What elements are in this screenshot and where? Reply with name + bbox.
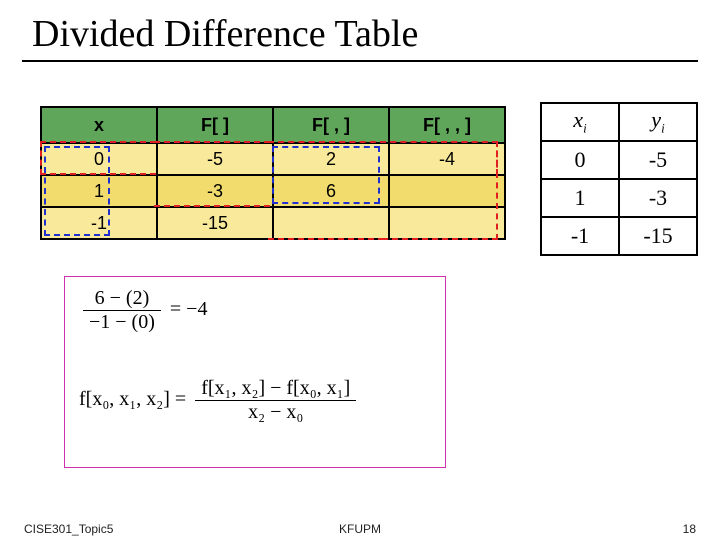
xy-th-x: xi: [541, 103, 619, 141]
table-row: 1 -3 6: [42, 176, 504, 208]
table-row: 0 -5: [541, 141, 697, 179]
dd-th-f2: F[ , ]: [274, 108, 390, 144]
footer-center: KFUPM: [0, 522, 720, 536]
table-row: -1 -15: [42, 208, 504, 238]
footer-page-number: 18: [683, 522, 696, 536]
table-row: 1 -3: [541, 179, 697, 217]
xy-th-y: yi: [619, 103, 697, 141]
dd-th-x: x: [42, 108, 158, 144]
xy-data-table: xi yi 0 -5 1 -3 -1 -15: [540, 102, 698, 256]
table-row: -1 -15: [541, 217, 697, 255]
page-title: Divided Difference Table: [32, 12, 688, 56]
formula-numeric: 6 − (2) −1 − (0) = −4: [79, 287, 207, 334]
dd-th-f: F[ ]: [158, 108, 274, 144]
dd-th-f3: F[ , , ]: [390, 108, 504, 144]
formula-symbolic: f[x₀, x₁, x₂] = f[x₁, x₂] − f[x₀, x₁] x₂…: [79, 377, 360, 424]
table-row: 0 -5 2 -4: [42, 144, 504, 176]
divided-difference-table: x F[ ] F[ , ] F[ , , ] 0 -5 2 -4 1 -3 6 …: [40, 106, 506, 240]
formula-box: 6 − (2) −1 − (0) = −4 f[x₀, x₁, x₂] = f[…: [64, 276, 446, 468]
